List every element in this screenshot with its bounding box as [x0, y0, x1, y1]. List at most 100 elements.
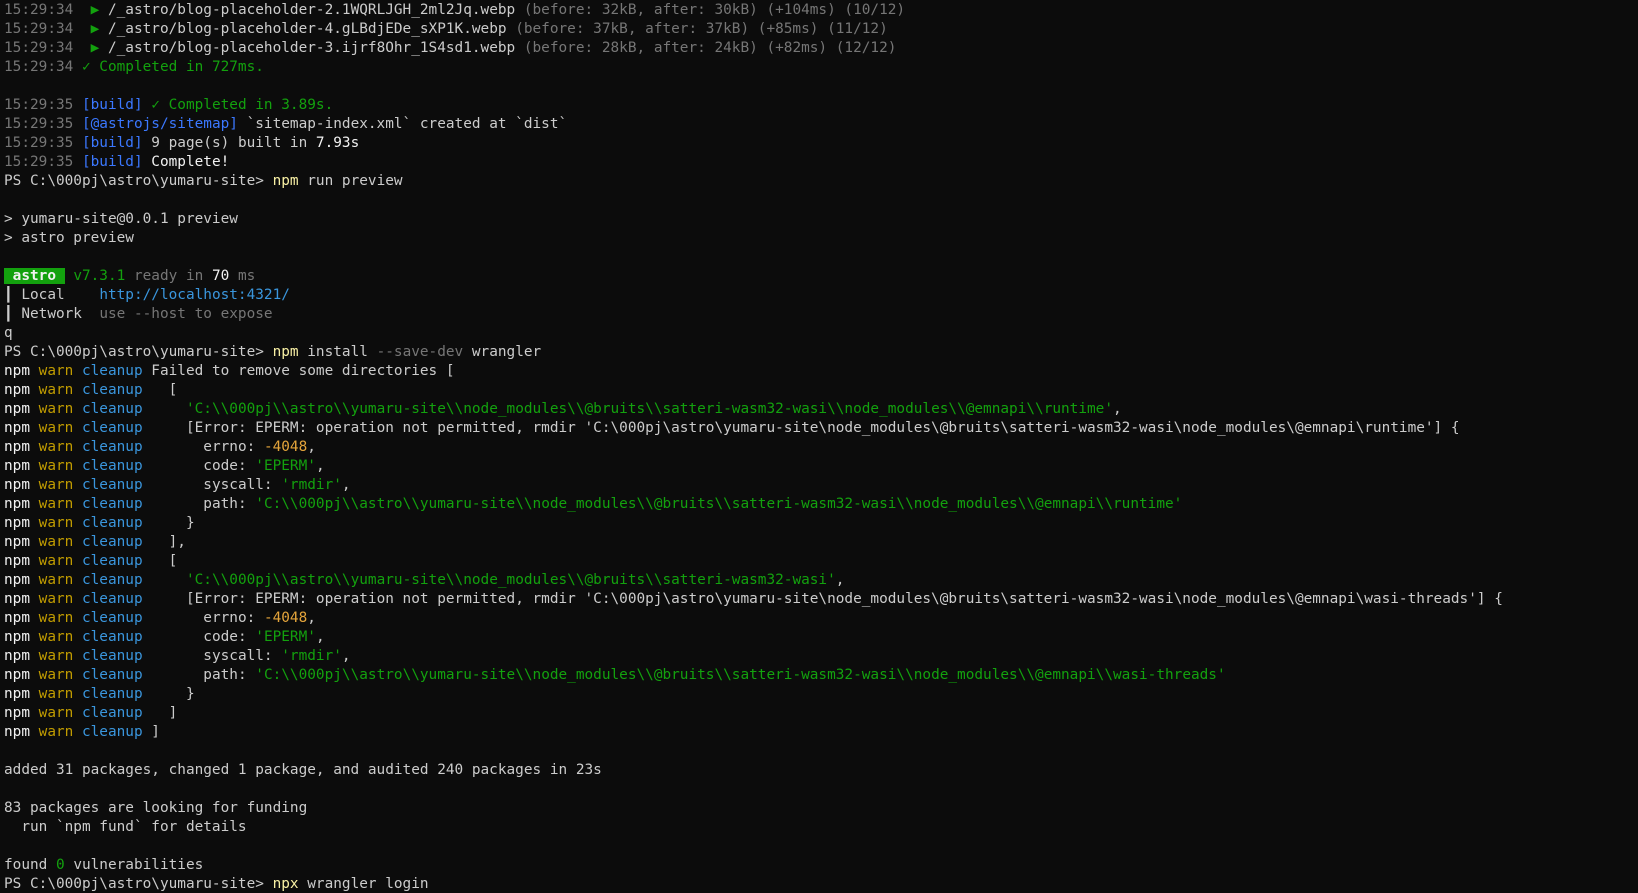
terminal-text: PS C:\000pj\astro\yumaru-site> — [4, 173, 273, 189]
terminal-text: http://localhost:4321/ — [99, 287, 290, 303]
terminal-text: added 31 packages, changed 1 package, an… — [4, 762, 602, 778]
terminal-text: /_astro/blog-placeholder-3.ijrf8Ohr_1S4s… — [107, 40, 524, 56]
terminal-window[interactable]: 15:29:34 ▶ /_astro/blog-placeholder-2.1W… — [0, 0, 1638, 893]
terminal-text: npm — [4, 686, 39, 702]
terminal-text: use --host to expose — [99, 306, 273, 322]
terminal-text: cleanup — [81, 553, 143, 569]
terminal-text: [build] — [81, 135, 143, 151]
terminal-text: cleanup — [81, 496, 143, 512]
terminal-text: [ — [142, 382, 178, 398]
terminal-line: q — [4, 324, 1638, 343]
terminal-line: npm warn cleanup [ — [4, 381, 1638, 400]
terminal-text: syscall: — [142, 477, 282, 493]
terminal-text: code: — [142, 458, 256, 474]
terminal-text: warn — [38, 705, 82, 721]
terminal-text: 0 — [55, 857, 65, 873]
terminal-text: , — [315, 629, 325, 645]
terminal-line: npm warn cleanup Failed to remove some d… — [4, 362, 1638, 381]
terminal-text: 'C:\\000pj\\astro\\yumaru-site\\node_mod… — [185, 572, 836, 588]
terminal-line: ┃ Local http://localhost:4321/ — [4, 286, 1638, 305]
terminal-text: Local — [21, 287, 100, 303]
terminal-text: --save-dev — [376, 344, 464, 360]
astro-badge: astro — [4, 268, 65, 284]
terminal-line: npm warn cleanup errno: -4048, — [4, 609, 1638, 628]
terminal-line: PS C:\000pj\astro\yumaru-site> npm insta… — [4, 343, 1638, 362]
terminal-text: cleanup — [81, 629, 143, 645]
terminal-text: install — [298, 344, 377, 360]
terminal-line: 15:29:35 [build] 9 page(s) built in 7.93… — [4, 134, 1638, 153]
terminal-line: astro v7.3.1 ready in 70 ms — [4, 267, 1638, 286]
terminal-line: found 0 vulnerabilities — [4, 856, 1638, 875]
terminal-text: cleanup — [81, 667, 143, 683]
terminal-text: warn — [38, 477, 82, 493]
terminal-line: npm warn cleanup path: 'C:\\000pj\\astro… — [4, 495, 1638, 514]
terminal-text: cleanup — [81, 515, 143, 531]
terminal-text: npm — [4, 439, 39, 455]
terminal-line: > yumaru-site@0.0.1 preview — [4, 210, 1638, 229]
terminal-line: 15:29:35 [build] ✓ Completed in 3.89s. — [4, 96, 1638, 115]
terminal-text: PS C:\000pj\astro\yumaru-site> — [4, 344, 273, 360]
terminal-text: npm — [4, 496, 39, 512]
terminal-text: path: — [142, 496, 256, 512]
terminal-text: , — [1113, 401, 1122, 417]
terminal-text: -4048 — [263, 439, 308, 455]
terminal-text: npm — [4, 534, 39, 550]
terminal-text: npm — [4, 382, 39, 398]
terminal-text: 15:29:34 — [4, 21, 82, 37]
terminal-text: 70 — [211, 268, 230, 284]
terminal-text: cleanup — [81, 610, 143, 626]
terminal-text: cleanup — [81, 572, 143, 588]
terminal-line: > astro preview — [4, 229, 1638, 248]
terminal-text: ] — [142, 724, 160, 740]
terminal-text: npm — [272, 173, 299, 189]
terminal-text: code: — [142, 629, 256, 645]
terminal-line: PS C:\000pj\astro\yumaru-site> npm run p… — [4, 172, 1638, 191]
terminal-text: ready in — [125, 268, 212, 284]
terminal-text: 'EPERM' — [255, 629, 316, 645]
terminal-text: [@astrojs/sitemap] — [81, 116, 238, 132]
terminal-text: syscall: — [142, 648, 282, 664]
terminal-line: npm warn cleanup 'C:\\000pj\\astro\\yuma… — [4, 400, 1638, 419]
terminal-line: 15:29:35 [@astrojs/sitemap] `sitemap-ind… — [4, 115, 1638, 134]
terminal-text: errno: — [142, 439, 264, 455]
terminal-text: warn — [38, 420, 82, 436]
terminal-text: npm — [272, 344, 299, 360]
terminal-text: 7.93s — [315, 135, 360, 151]
terminal-text: warn — [38, 686, 82, 702]
terminal-text: run preview — [298, 173, 403, 189]
terminal-text: 15:29:34 — [4, 2, 82, 18]
terminal-text: warn — [38, 496, 82, 512]
terminal-text: } — [142, 686, 195, 702]
terminal-line: ┃ Network use --host to expose — [4, 305, 1638, 324]
terminal-line: npm warn cleanup code: 'EPERM', — [4, 628, 1638, 647]
terminal-text: npm — [4, 667, 39, 683]
terminal-text: [Error: EPERM: operation not permitted, … — [142, 420, 1460, 436]
terminal-text: cleanup — [81, 724, 143, 740]
terminal-text: path: — [142, 667, 256, 683]
terminal-text: , — [307, 439, 316, 455]
terminal-text: npm — [4, 401, 39, 417]
terminal-text: cleanup — [81, 420, 143, 436]
terminal-text: npm — [4, 629, 39, 645]
terminal-text: wrangler — [463, 344, 542, 360]
terminal-text: run `npm fund` for details — [4, 819, 247, 835]
terminal-text: vulnerabilities — [64, 857, 204, 873]
terminal-text: /_astro/blog-placeholder-4.gLBdjEDe_sXP1… — [107, 21, 516, 37]
terminal-text: warn — [38, 382, 82, 398]
terminal-text: cleanup — [81, 401, 143, 417]
terminal-text: ] — [142, 705, 178, 721]
terminal-text: 15:29:34 — [4, 40, 82, 56]
terminal-line: 83 packages are looking for funding — [4, 799, 1638, 818]
terminal-text: [build] — [81, 97, 143, 113]
terminal-text: cleanup — [81, 648, 143, 664]
terminal-line: npm warn cleanup } — [4, 514, 1638, 533]
terminal-text: npm — [4, 591, 39, 607]
terminal-text: [ — [142, 553, 178, 569]
terminal-text: warn — [38, 724, 82, 740]
terminal-text: > astro preview — [4, 230, 134, 246]
terminal-text: npm — [4, 420, 39, 436]
